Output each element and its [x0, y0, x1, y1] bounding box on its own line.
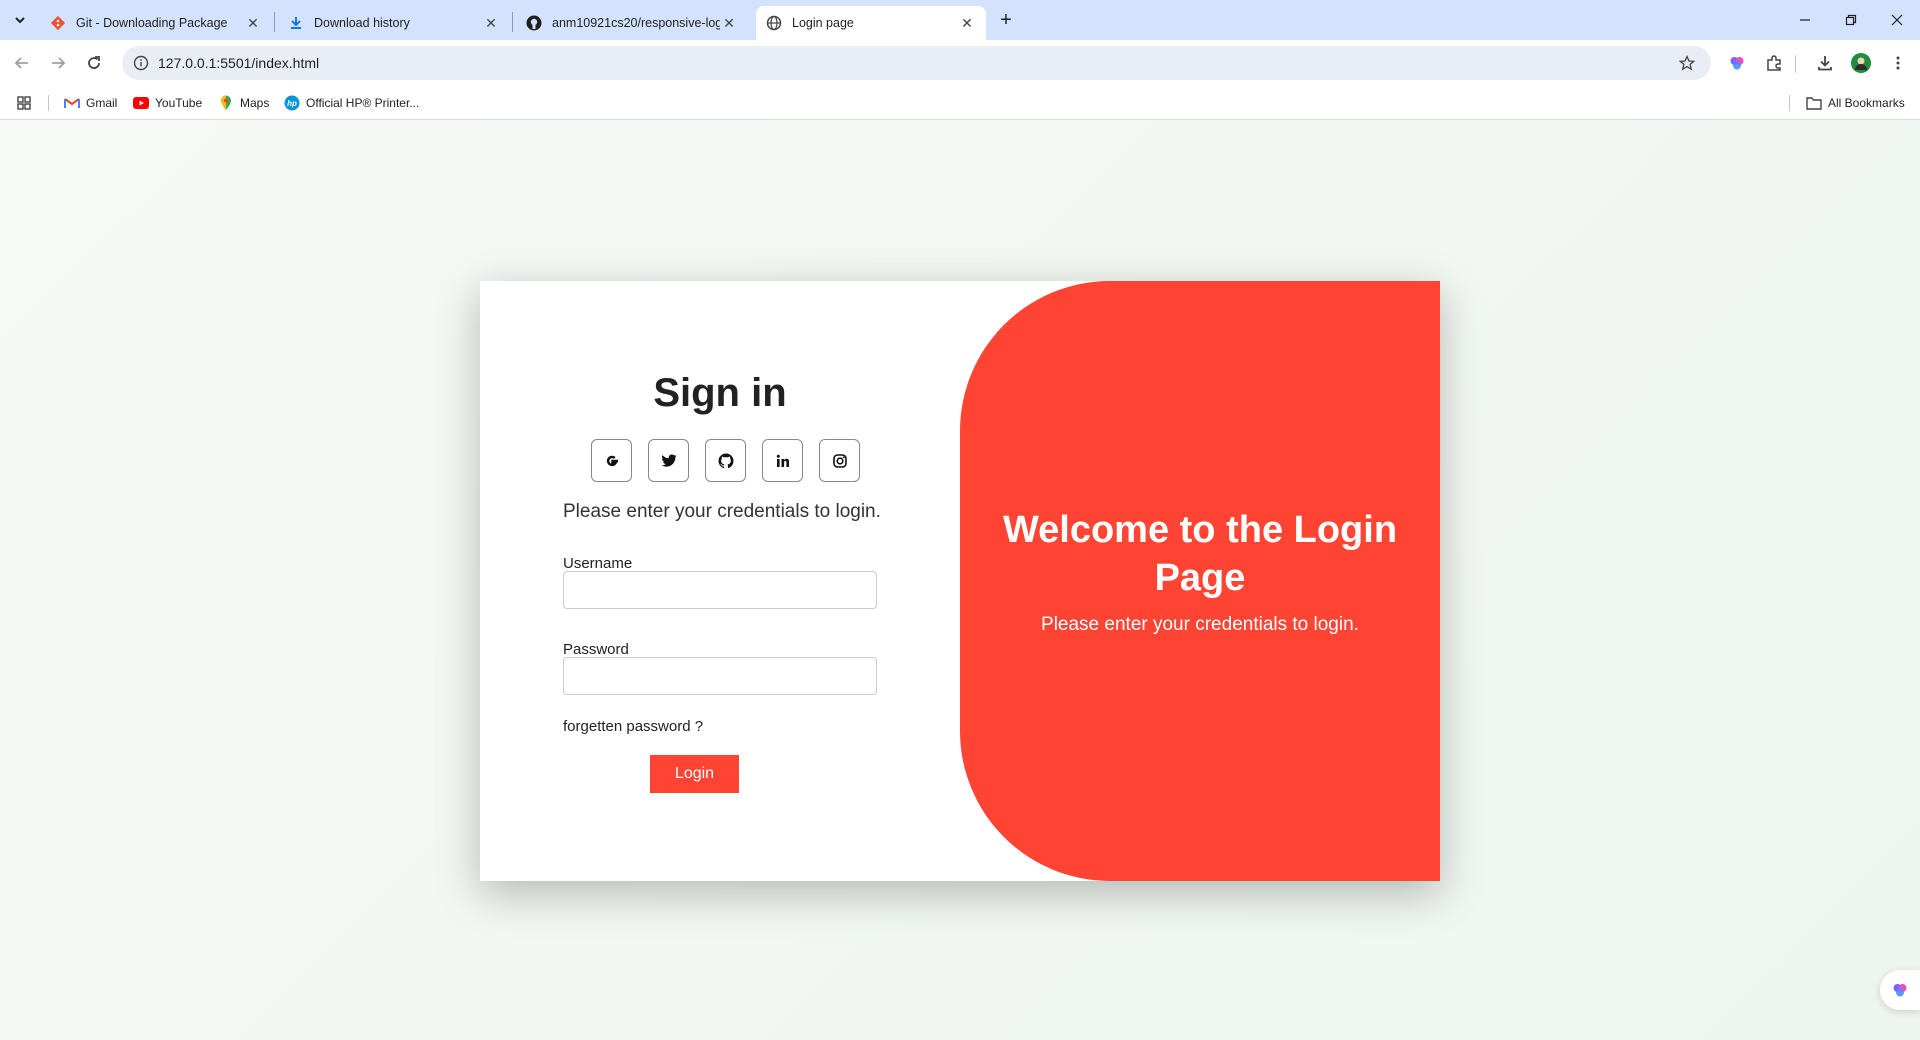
page-viewport: Sign in Please enter your credentials to…	[0, 120, 1920, 1040]
restore-icon	[1845, 14, 1857, 26]
download-icon	[288, 15, 304, 31]
welcome-panel: Welcome to the Login Page Please enter y…	[960, 281, 1440, 881]
svg-text:hp: hp	[287, 99, 297, 108]
minimize-button[interactable]	[1782, 0, 1828, 40]
maps-icon	[218, 95, 234, 111]
all-bookmarks-label: All Bookmarks	[1828, 96, 1905, 110]
tab-login-page[interactable]: Login page ✕	[756, 6, 986, 40]
close-tab-icon[interactable]: ✕	[958, 14, 976, 32]
username-input[interactable]	[563, 571, 877, 609]
globe-icon	[766, 15, 782, 31]
hp-icon: hp	[284, 95, 300, 111]
site-info-icon[interactable]	[132, 54, 150, 72]
login-button[interactable]: Login	[650, 755, 739, 793]
tab-divider	[274, 12, 275, 32]
linkedin-login-button[interactable]	[762, 439, 803, 482]
gmail-icon	[64, 95, 80, 111]
sign-in-title: Sign in	[653, 371, 787, 415]
github-login-button[interactable]	[705, 439, 746, 482]
social-login-row	[591, 439, 861, 483]
bookmarks-bar: Gmail YouTube Maps hp Official HP® Print…	[0, 86, 1920, 120]
reload-button[interactable]	[80, 49, 108, 77]
close-tab-icon[interactable]: ✕	[482, 14, 500, 32]
username-label: Username	[563, 555, 633, 572]
forward-button[interactable]	[44, 49, 72, 77]
bookmark-label: YouTube	[155, 96, 203, 110]
tab-title: Git - Downloading Package	[76, 16, 228, 30]
copilot-icon	[1893, 984, 1907, 997]
copilot-extension-icon[interactable]	[1725, 51, 1749, 75]
minimize-icon	[1800, 19, 1810, 21]
bookmark-label: Maps	[240, 96, 270, 110]
new-tab-button[interactable]: +	[994, 8, 1018, 32]
close-tab-icon[interactable]: ✕	[244, 14, 262, 32]
profile-avatar[interactable]	[1849, 51, 1873, 75]
instagram-icon	[832, 453, 847, 468]
arrow-right-icon	[52, 57, 66, 69]
downloads-icon[interactable]	[1813, 51, 1837, 75]
url-text[interactable]: 127.0.0.1:5501/index.html	[158, 55, 319, 71]
floating-extension-button[interactable]	[1880, 970, 1920, 1010]
password-label: Password	[563, 641, 629, 658]
login-hint: Please enter your credentials to login.	[563, 501, 881, 522]
github-icon	[526, 15, 542, 31]
welcome-title: Welcome to the Login Page	[1002, 509, 1398, 599]
bookmark-maps[interactable]: Maps	[218, 93, 269, 113]
apps-button[interactable]	[16, 93, 32, 113]
apps-grid-icon	[17, 96, 31, 110]
chevron-down-icon	[15, 17, 25, 24]
tab-title: Download history	[314, 16, 410, 30]
extensions-icon[interactable]	[1762, 51, 1786, 75]
tab-download-history[interactable]: Download history ✕	[278, 6, 510, 40]
linkedin-icon	[776, 454, 789, 467]
welcome-subtitle: Please enter your credentials to login.	[1041, 614, 1359, 635]
sign-in-panel: Sign in Please enter your credentials to…	[480, 281, 960, 881]
git-icon	[50, 15, 66, 31]
close-window-button[interactable]	[1874, 0, 1920, 40]
arrow-left-icon	[14, 57, 28, 69]
bookmark-star-icon[interactable]	[1675, 51, 1699, 75]
back-button[interactable]	[8, 49, 36, 77]
twitter-icon	[661, 454, 676, 467]
browser-toolbar: 127.0.0.1:5501/index.html	[0, 40, 1920, 86]
twitter-login-button[interactable]	[648, 439, 689, 482]
address-bar[interactable]: 127.0.0.1:5501/index.html	[122, 46, 1711, 80]
instagram-login-button[interactable]	[819, 439, 860, 482]
tab-title: anm10921cs20/responsive-logi	[552, 16, 720, 30]
tab-github[interactable]: anm10921cs20/responsive-logi ✕	[516, 6, 748, 40]
bookmark-divider	[48, 95, 49, 111]
close-icon	[1891, 14, 1903, 26]
bookmark-hp[interactable]: hp Official HP® Printer...	[284, 93, 419, 113]
more-menu-icon[interactable]	[1886, 51, 1910, 75]
tab-strip: Git - Downloading Package ✕ Download his…	[0, 0, 1920, 40]
github-icon	[718, 453, 733, 468]
restore-button[interactable]	[1828, 0, 1874, 40]
tab-divider	[512, 12, 513, 32]
bookmark-label: Official HP® Printer...	[306, 96, 420, 110]
all-bookmarks-button[interactable]: All Bookmarks	[1806, 93, 1905, 113]
toolbar-divider	[1795, 55, 1796, 73]
google-login-button[interactable]	[591, 439, 632, 482]
bookmark-gmail[interactable]: Gmail	[64, 93, 117, 113]
bookmark-label: Gmail	[86, 96, 118, 110]
password-input[interactable]	[563, 657, 877, 695]
close-tab-icon[interactable]: ✕	[720, 14, 738, 32]
folder-icon	[1806, 95, 1822, 111]
tab-search-button[interactable]	[8, 8, 32, 32]
google-icon	[606, 455, 618, 466]
login-card: Sign in Please enter your credentials to…	[480, 281, 1440, 881]
reload-icon	[88, 56, 100, 69]
bookmark-divider	[1789, 95, 1790, 111]
forgot-password-link[interactable]: forgetten password ?	[563, 718, 703, 735]
bookmark-youtube[interactable]: YouTube	[133, 93, 202, 113]
youtube-icon	[133, 95, 149, 111]
tab-title: Login page	[792, 16, 854, 30]
tab-git[interactable]: Git - Downloading Package ✕	[40, 6, 272, 40]
